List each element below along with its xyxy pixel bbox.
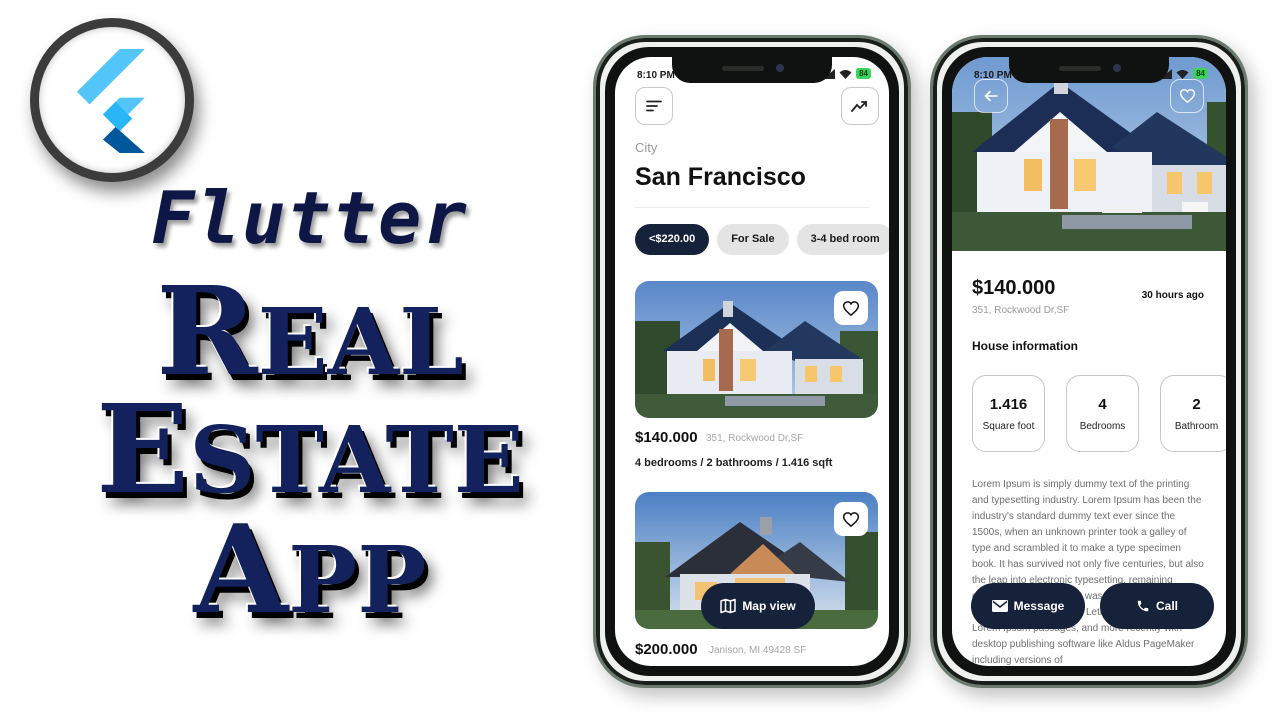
filter-lines-icon: [646, 100, 662, 112]
chip-price[interactable]: <$220.00: [635, 224, 710, 255]
listing-address: 351, Rockwood Dr,SF: [706, 433, 804, 444]
info-label: Bedrooms: [1079, 421, 1126, 432]
info-label: Bathroom: [1174, 421, 1219, 432]
detail-posted-time: 30 hours ago: [1141, 290, 1204, 301]
info-card-bedrooms: 4 Bedrooms: [1066, 375, 1139, 452]
detail-screen: 8:10 PM 84 $140.000 351, Rockwood Dr,SF …: [952, 57, 1226, 666]
notch: [672, 57, 832, 83]
info-label: Square foot: [982, 421, 1035, 432]
city-label: City: [635, 140, 658, 155]
battery-icon: 84: [856, 68, 871, 79]
title-real: REAL: [156, 259, 464, 403]
listing-price: $200.000: [635, 641, 698, 658]
listing-address: Janison, MI 49428 SF: [709, 645, 807, 656]
trending-icon: [851, 101, 867, 112]
list-screen: 8:10 PM 84 City San Francisco <$220.00 F…: [615, 57, 889, 666]
filter-chips: <$220.00 For Sale 3-4 bed room Ga: [635, 224, 889, 255]
info-value: 1.416: [989, 396, 1028, 413]
info-value: 2: [1192, 396, 1201, 413]
map-view-label: Map view: [742, 599, 796, 613]
favorite-button[interactable]: [834, 502, 868, 536]
status-time: 8:10 PM: [637, 70, 675, 81]
phone-list: 8:10 PM 84 City San Francisco <$220.00 F…: [593, 35, 911, 688]
title-app: APP: [193, 497, 427, 641]
notch: [1009, 57, 1169, 83]
heart-icon: [843, 511, 859, 527]
info-value: 4: [1098, 396, 1107, 413]
info-card-bathroom: 2 Bathroom: [1160, 375, 1226, 452]
section-title: House information: [972, 339, 1079, 353]
flutter-logo: [30, 18, 194, 182]
phone-detail: 8:10 PM 84 $140.000 351, Rockwood Dr,SF …: [930, 35, 1248, 688]
divider: [635, 207, 869, 208]
map-icon: [720, 598, 737, 614]
message-button[interactable]: Message: [971, 583, 1085, 629]
description-text: Lorem Ipsum is simply dummy text of the …: [972, 479, 1204, 666]
mail-icon: [991, 600, 1008, 612]
call-label: Call: [1155, 599, 1178, 613]
listing-specs: 4 bedrooms / 2 bathrooms / 1.416 sqft: [635, 457, 833, 469]
message-label: Message: [1013, 599, 1065, 613]
title-estate: ESTATE: [96, 377, 524, 521]
wifi-icon: [839, 69, 852, 79]
chip-for-sale[interactable]: For Sale: [717, 224, 789, 255]
flutter-logo-icon: [76, 49, 145, 153]
chip-bedrooms[interactable]: 3-4 bed room: [796, 224, 889, 255]
city-name: San Francisco: [635, 163, 806, 191]
phone-icon: [1137, 600, 1149, 612]
info-card-sqft: 1.416 Square foot: [972, 375, 1045, 452]
detail-address: 351, Rockwood Dr,SF: [972, 305, 1070, 316]
wifi-icon: [1176, 69, 1189, 79]
listing-image[interactable]: [635, 281, 878, 418]
listing-price: $140.000: [635, 429, 698, 446]
status-time: 8:10 PM: [974, 70, 1012, 81]
flutter-title: Flutter: [151, 176, 469, 260]
battery-icon: 84: [1193, 68, 1208, 79]
favorite-button[interactable]: [834, 291, 868, 325]
heart-icon: [843, 300, 859, 316]
detail-price: $140.000: [972, 277, 1056, 299]
map-view-button[interactable]: Map view: [701, 583, 815, 629]
call-button[interactable]: Call: [1100, 583, 1214, 629]
